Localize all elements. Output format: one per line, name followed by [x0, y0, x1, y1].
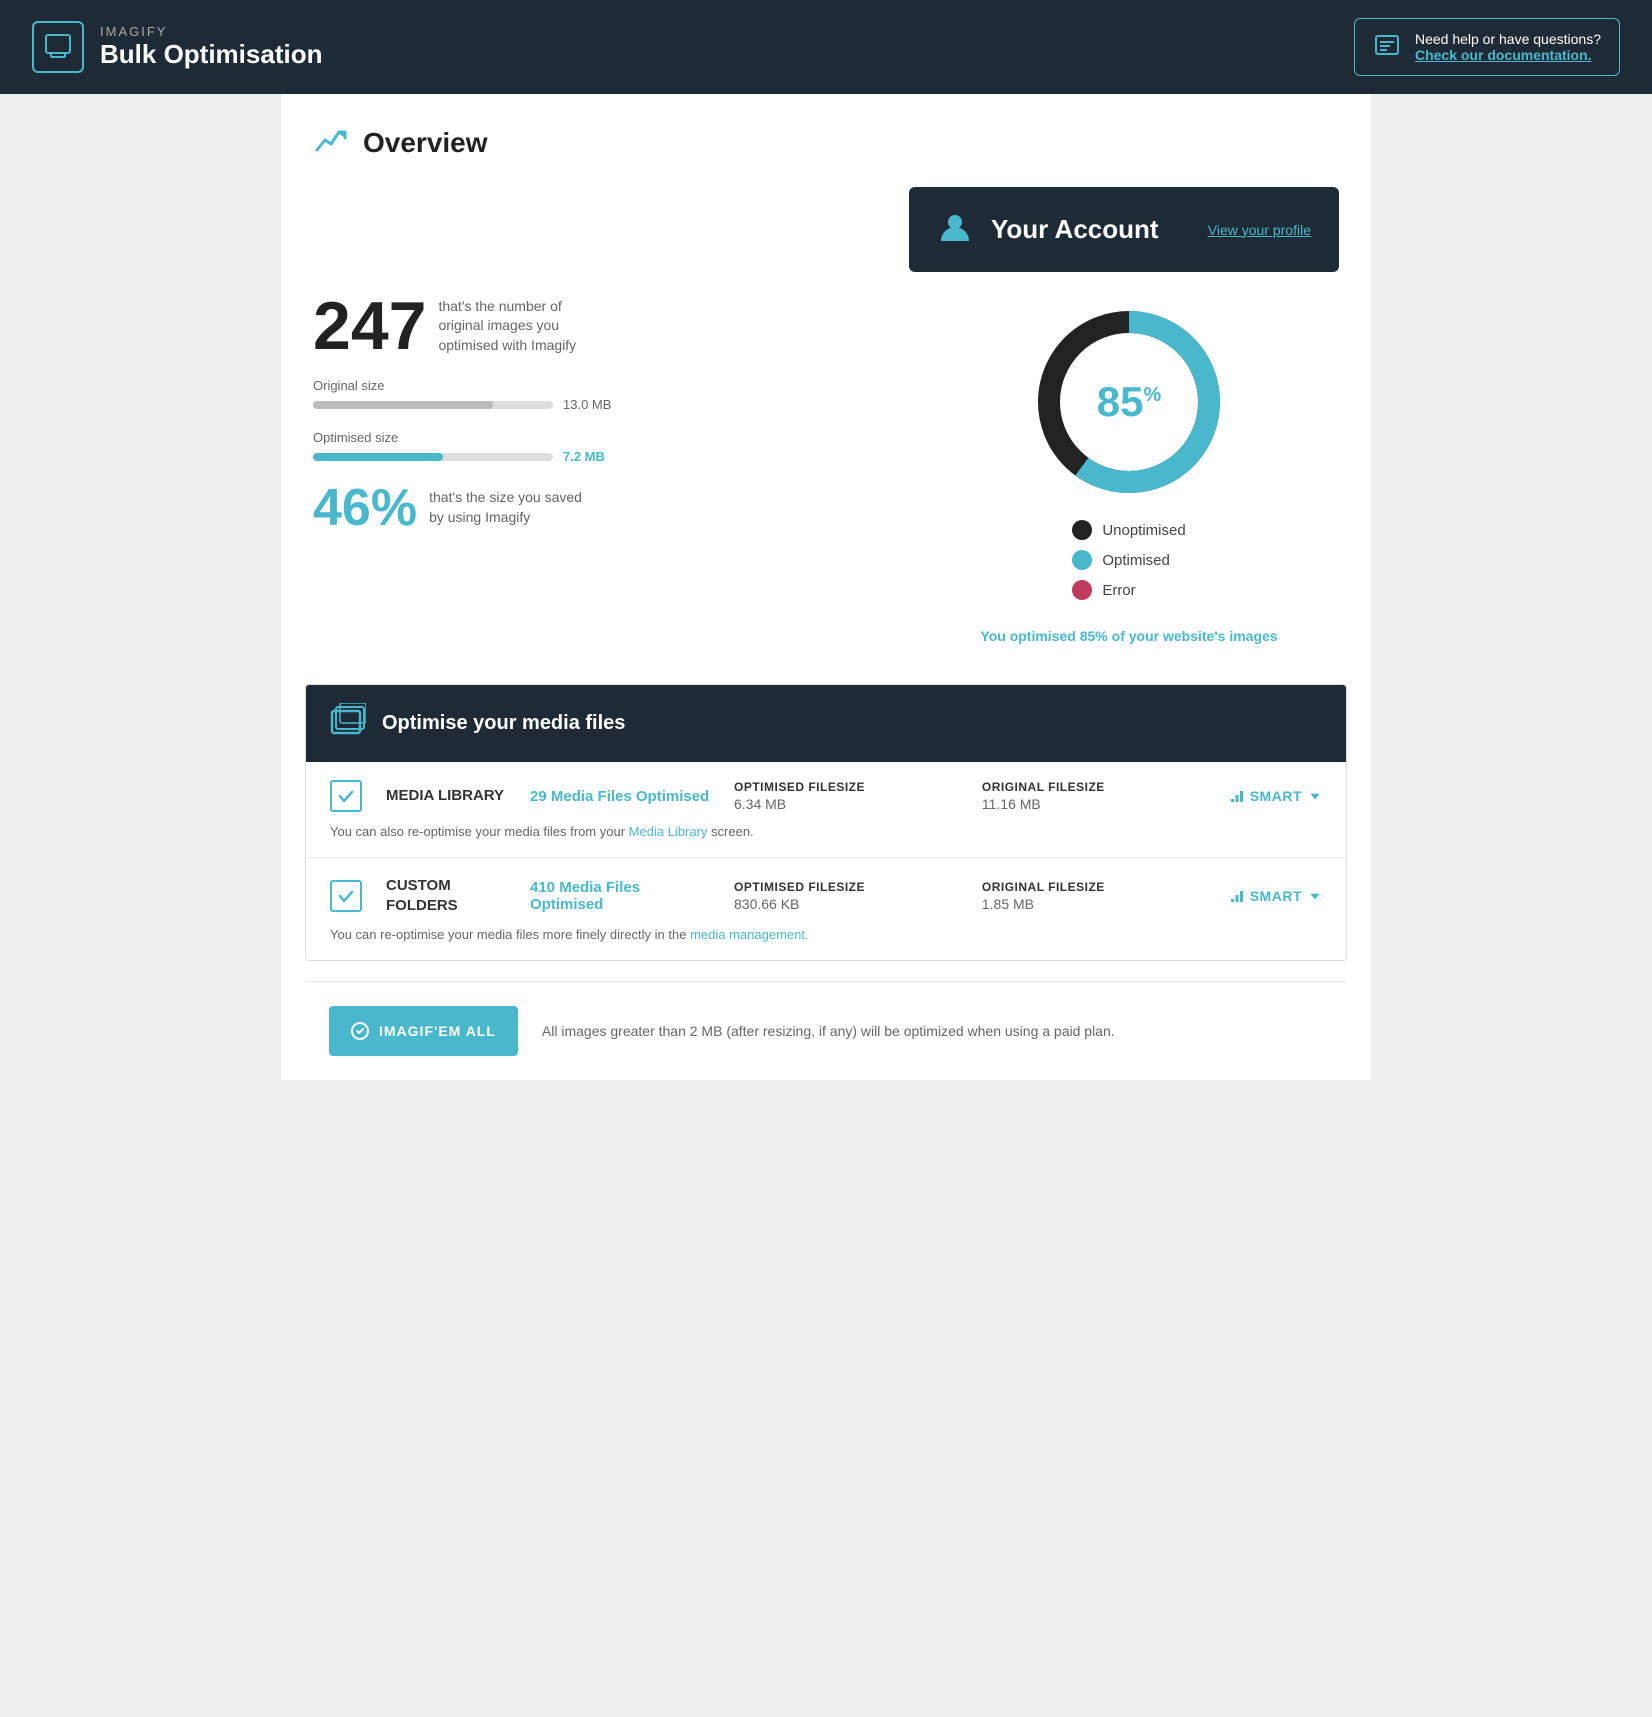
overview-header: Overview — [313, 122, 1339, 163]
overview-section: Overview Your Account View your profile — [281, 94, 1371, 664]
help-icon — [1373, 32, 1401, 63]
account-title: Your Account — [991, 214, 1190, 245]
help-text-block: Need help or have questions? Check our d… — [1415, 31, 1601, 63]
custom-folders-orig-filesize: ORIGINAL FILESIZE 1.85 MB — [982, 880, 1206, 912]
media-library-checkbox[interactable] — [330, 780, 362, 812]
custom-folders-count: 410 Media Files Optimised — [530, 879, 710, 913]
view-profile-link[interactable]: View your profile — [1208, 222, 1311, 238]
media-header-title: Optimise your media files — [382, 712, 625, 735]
savings-pct: 46% — [313, 482, 417, 534]
donut-chart: 85% — [1029, 302, 1229, 502]
overview-right: 85% Unoptimised Optimised — [919, 292, 1339, 644]
original-size-label: Original size — [313, 378, 919, 393]
page-header: IMAGIFY Bulk Optimisation Need help or h… — [0, 0, 1652, 94]
custom-folders-label: CUSTOM FOLDERS — [386, 876, 506, 915]
media-library-opt-filesize: OPTIMISED FILESIZE 6.34 MB — [734, 780, 958, 812]
legend-dot-error — [1072, 580, 1092, 600]
legend-unoptimised: Unoptimised — [1072, 520, 1185, 540]
optimised-size-row: Optimised size 7.2 MB — [313, 430, 919, 464]
logo-icon — [32, 21, 84, 73]
bottom-bar: IMAGIF'EM ALL All images greater than 2 … — [305, 981, 1347, 1080]
custom-folders-sub-text: You can re-optimise your media files mor… — [330, 927, 1322, 942]
media-section: Optimise your media files MEDIA LIBRARY … — [305, 684, 1347, 961]
media-library-row: MEDIA LIBRARY 29 Media Files Optimised O… — [306, 762, 1346, 858]
custom-folders-row-main: CUSTOM FOLDERS 410 Media Files Optimised… — [330, 876, 1322, 915]
media-library-smart-btn[interactable]: SMART — [1230, 788, 1322, 804]
legend-label-optimised: Optimised — [1102, 552, 1170, 569]
overview-content: 247 that's the number of original images… — [313, 292, 1339, 644]
brand-name: IMAGIFY — [100, 24, 322, 39]
savings-desc: that's the size you saved by using Imagi… — [429, 488, 589, 527]
overview-top-row: Your Account View your profile — [313, 187, 1339, 272]
original-size-bar — [313, 401, 553, 409]
optimised-size-label: Optimised size — [313, 430, 919, 445]
legend-label-unoptimised: Unoptimised — [1102, 522, 1185, 539]
overview-title: Overview — [363, 127, 488, 159]
images-stat-row: 247 that's the number of original images… — [313, 292, 919, 360]
custom-folders-row: CUSTOM FOLDERS 410 Media Files Optimised… — [306, 858, 1346, 960]
legend-error: Error — [1072, 580, 1185, 600]
header-left: IMAGIFY Bulk Optimisation — [32, 21, 322, 73]
media-library-label: MEDIA LIBRARY — [386, 786, 506, 806]
media-library-count: 29 Media Files Optimised — [530, 788, 710, 805]
media-library-sub-text: You can also re-optimise your media file… — [330, 824, 1322, 839]
optimised-size-value: 7.2 MB — [563, 449, 605, 464]
images-desc: that's the number of original images you… — [438, 297, 598, 356]
help-box: Need help or have questions? Check our d… — [1354, 18, 1620, 76]
media-library-orig-filesize: ORIGINAL FILESIZE 11.16 MB — [982, 780, 1206, 812]
custom-folders-smart-btn[interactable]: SMART — [1230, 888, 1322, 904]
imagifem-all-button[interactable]: IMAGIF'EM ALL — [329, 1006, 518, 1056]
bottom-note: All images greater than 2 MB (after resi… — [542, 1023, 1115, 1039]
help-link[interactable]: Check our documentation. — [1415, 47, 1592, 63]
legend: Unoptimised Optimised Error — [1072, 520, 1185, 610]
legend-label-error: Error — [1102, 582, 1135, 599]
custom-folders-opt-filesize: OPTIMISED FILESIZE 830.66 KB — [734, 880, 958, 912]
account-icon — [937, 209, 973, 250]
original-size-value: 13.0 MB — [563, 397, 611, 412]
legend-dot-unoptimised — [1072, 520, 1092, 540]
savings-stat: 46% that's the size you saved by using I… — [313, 482, 919, 534]
header-brand: IMAGIFY Bulk Optimisation — [100, 24, 322, 70]
legend-dot-optimised — [1072, 550, 1092, 570]
legend-optimised: Optimised — [1072, 550, 1185, 570]
media-library-row-main: MEDIA LIBRARY 29 Media Files Optimised O… — [330, 780, 1322, 812]
media-header-icon — [330, 703, 366, 744]
custom-folders-checkbox[interactable] — [330, 880, 362, 912]
media-header: Optimise your media files — [306, 685, 1346, 762]
help-question: Need help or have questions? — [1415, 31, 1601, 47]
overview-icon — [313, 122, 349, 163]
overview-left: 247 that's the number of original images… — [313, 292, 919, 644]
summary-text: You optimised 85% of your website's imag… — [980, 628, 1277, 644]
page-title: Bulk Optimisation — [100, 39, 322, 70]
media-library-link[interactable]: Media Library — [629, 824, 708, 839]
account-card: Your Account View your profile — [909, 187, 1339, 272]
images-count: 247 — [313, 292, 426, 360]
optimised-size-bar — [313, 453, 553, 461]
imagifem-btn-label: IMAGIF'EM ALL — [379, 1023, 496, 1039]
original-size-row: Original size 13.0 MB — [313, 378, 919, 412]
content-box: Overview Your Account View your profile — [281, 94, 1371, 1080]
donut-label: 85% — [1097, 378, 1162, 426]
custom-folders-link[interactable]: media management. — [690, 927, 809, 942]
